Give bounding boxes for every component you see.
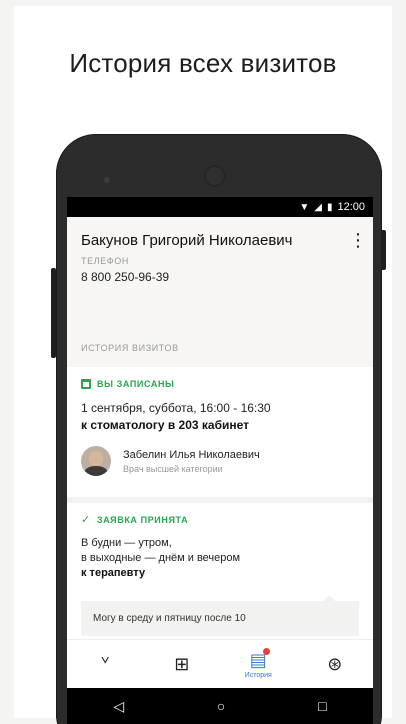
lifebuoy-icon: ⊛ (327, 653, 343, 674)
history-section-title: ИСТОРИЯ ВИЗИТОВ (81, 343, 179, 353)
patient-name: Бакунов Григорий Николаевич (81, 232, 293, 249)
appointment-location: к стоматологу в 203 кабинет (81, 418, 250, 432)
back-icon[interactable]: ◁ (113, 698, 124, 715)
tab-doctors[interactable]: ᘁ (75, 654, 135, 675)
phone-sensor (104, 177, 110, 183)
tab-history-label: История (244, 671, 272, 679)
request-line-2: в выходные — днём и вечером (81, 552, 241, 564)
appointment-status-label: ВЫ ЗАПИСАНЫ (97, 379, 175, 389)
tab-support[interactable]: ⊛ (305, 654, 365, 675)
doctor-row[interactable]: Забелин Илья Николаевич Врач высшей кате… (81, 446, 359, 476)
more-menu-icon[interactable]: ⋮ (349, 231, 367, 249)
patient-header: Бакунов Григорий Николаевич ⋮ ТЕЛЕФОН 8 … (67, 217, 373, 367)
map-book-icon: ⊞ (174, 653, 190, 674)
doctor-title: Врач высшей категории (123, 463, 223, 474)
recents-icon[interactable]: □ (318, 698, 326, 714)
appointment-card[interactable]: ВЫ ЗАПИСАНЫ 1 сентября, суббота, 16:00 -… (67, 367, 373, 497)
status-bar: ▼ ◢ ▮ 12:00 (67, 197, 373, 217)
phone-side-button-right (381, 230, 386, 270)
tab-map[interactable]: ⊞ (152, 654, 212, 675)
signal-icon: ◢ (314, 201, 322, 213)
stethoscope-icon: ᘁ (100, 653, 110, 674)
phone-number[interactable]: 8 800 250-96-39 (81, 270, 359, 284)
doctor-name: Забелин Илья Николаевич (123, 448, 260, 461)
doctor-avatar (81, 446, 111, 476)
calendar-icon (81, 379, 91, 389)
appointment-status: ВЫ ЗАПИСАНЫ (81, 379, 359, 389)
request-line-1: В будни — утром, (81, 537, 172, 549)
checkmark-icon: ✓ (81, 514, 91, 526)
android-nav-bar: ◁ ○ □ (67, 688, 373, 724)
request-card[interactable]: ✓ ЗАЯВКА ПРИНЯТА В будни — утром, в выхо… (67, 503, 373, 648)
status-time: 12:00 (337, 201, 365, 213)
request-status: ✓ ЗАЯВКА ПРИНЯТА (81, 513, 359, 526)
request-specialist: к терапевту (81, 567, 146, 579)
phone-screen: ▼ ◢ ▮ 12:00 Бакунов Григорий Николаевич … (67, 197, 373, 724)
phone-side-button-left (51, 268, 56, 358)
request-text: В будни — утром, в выходные — днём и веч… (81, 536, 359, 581)
wifi-icon: ▼ (299, 201, 310, 213)
page-headline: История всех визитов (69, 48, 337, 78)
phone-camera (204, 165, 226, 187)
phone-label: ТЕЛЕФОН (81, 256, 129, 266)
bottom-tab-bar: ᘁ ⊞ ▤ История ⊛ (67, 640, 373, 688)
battery-icon: ▮ (326, 201, 333, 213)
notification-badge (263, 647, 271, 655)
request-status-label: ЗАЯВКА ПРИНЯТА (96, 514, 189, 525)
home-icon[interactable]: ○ (217, 698, 225, 714)
patient-screen: Бакунов Григорий Николаевич ⋮ ТЕЛЕФОН 8 … (67, 217, 373, 648)
request-note: Могу в среду и пятницу после 10 (81, 595, 359, 636)
tab-history[interactable]: ▤ История (228, 647, 288, 679)
appointment-date: 1 сентября, суббота, 16:00 - 16:30 (81, 401, 271, 415)
